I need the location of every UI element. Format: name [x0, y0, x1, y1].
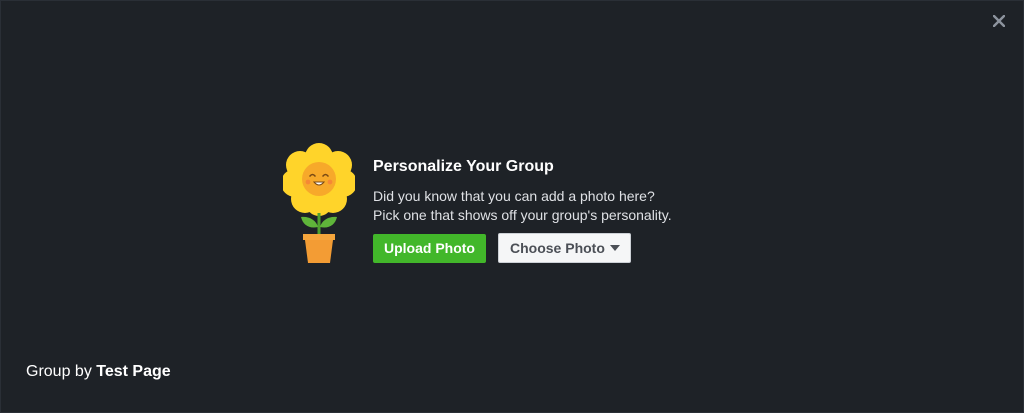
promo-title: Personalize Your Group — [373, 158, 554, 175]
choose-photo-button[interactable]: Choose Photo — [498, 233, 631, 263]
byline-prefix: Group by — [26, 363, 92, 380]
promo-description-line-1: Did you know that you can add a photo he… — [373, 188, 655, 204]
upload-photo-button[interactable]: Upload Photo — [373, 233, 486, 263]
group-byline: Group by Test Page — [26, 362, 171, 382]
close-button[interactable] — [989, 11, 1009, 31]
personalize-group-promo: Personalize Your Group Did you know that… — [283, 141, 672, 267]
close-icon — [993, 15, 1005, 27]
promo-actions: Upload Photo Choose Photo — [373, 233, 672, 263]
caret-down-icon — [609, 245, 620, 251]
choose-photo-label: Choose Photo — [510, 240, 605, 256]
promo-description-line-2: Pick one that shows off your group's per… — [373, 207, 672, 223]
flower-pot-icon — [283, 143, 355, 263]
page-name-link[interactable]: Test Page — [96, 363, 170, 380]
group-cover-photo-area: Personalize Your Group Did you know that… — [0, 0, 1024, 413]
